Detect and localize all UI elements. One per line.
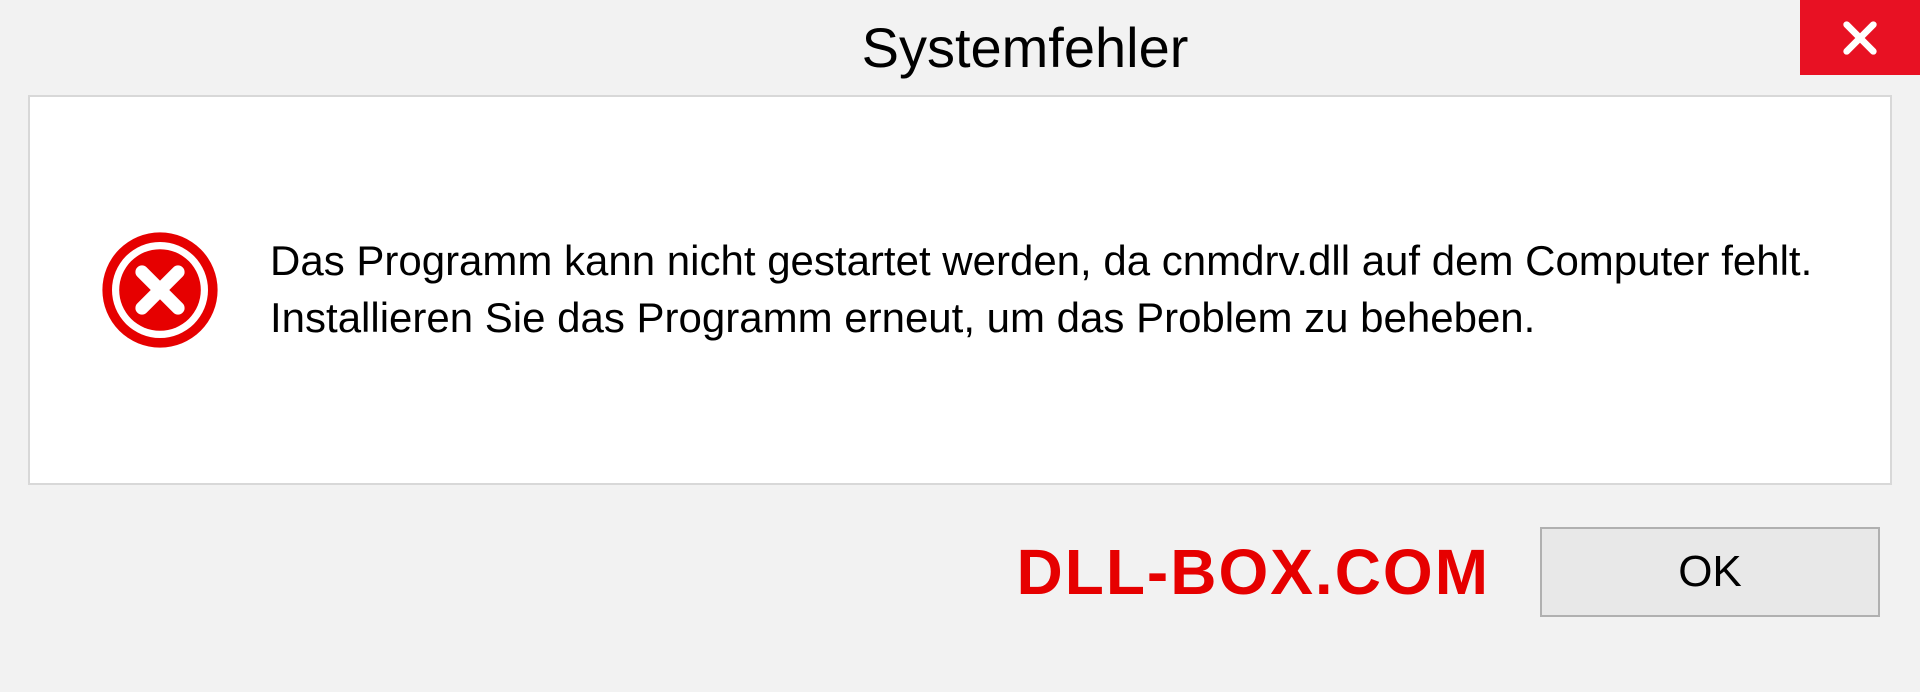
- ok-button[interactable]: OK: [1540, 527, 1880, 617]
- close-icon: [1840, 18, 1880, 58]
- watermark-text: DLL-BOX.COM: [1017, 535, 1491, 609]
- dialog-footer: DLL-BOX.COM OK: [0, 485, 1920, 617]
- error-icon: [100, 230, 220, 350]
- error-dialog: Systemfehler Das Programm kann nicht ges…: [0, 0, 1920, 692]
- titlebar: Systemfehler: [0, 0, 1920, 95]
- content-panel: Das Programm kann nicht gestartet werden…: [28, 95, 1892, 485]
- error-message: Das Programm kann nicht gestartet werden…: [270, 233, 1820, 346]
- dialog-title: Systemfehler: [862, 15, 1189, 80]
- close-button[interactable]: [1800, 0, 1920, 75]
